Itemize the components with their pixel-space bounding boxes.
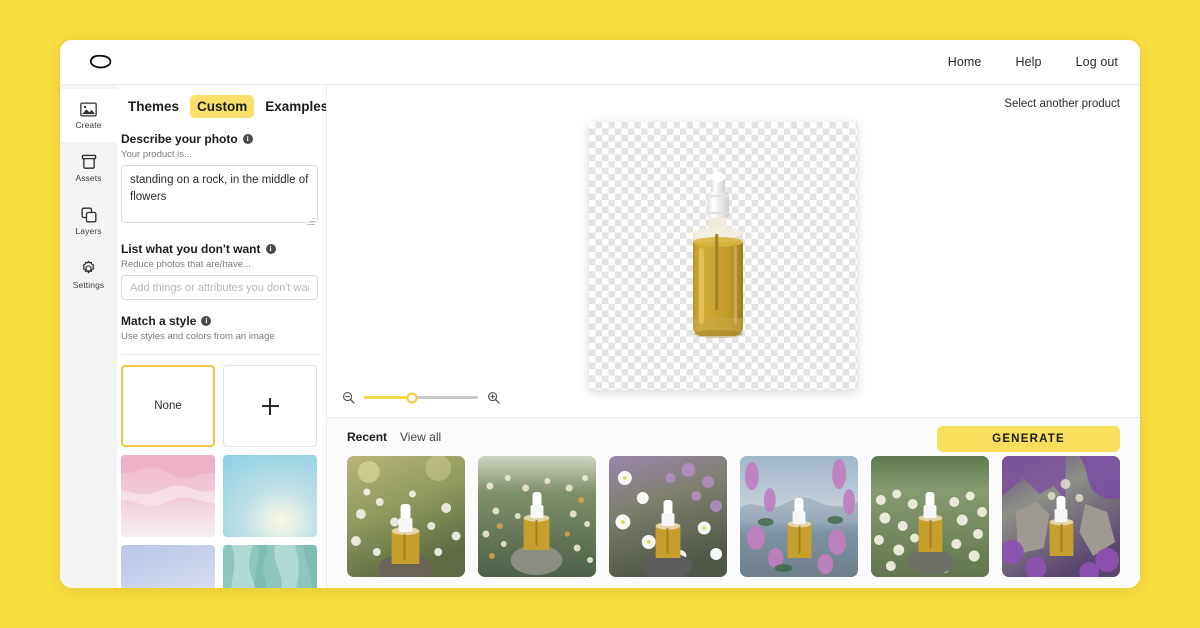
canvas-area: Select another product — [327, 85, 1140, 417]
main-area: Select another product — [327, 85, 1140, 588]
exclude-field: List what you don't want i Reduce photos… — [117, 242, 326, 300]
match-style-field: Match a style i Use styles and colors fr… — [117, 314, 326, 342]
recent-thumbnail[interactable] — [740, 456, 858, 577]
box-icon — [81, 154, 97, 170]
view-all-link[interactable]: View all — [400, 430, 441, 444]
tab-themes[interactable]: Themes — [121, 95, 186, 118]
describe-photo-title: Describe your photo — [121, 132, 238, 146]
layers-icon — [81, 207, 97, 223]
tab-examples[interactable]: Examples — [258, 95, 327, 118]
app-window: Home Help Log out Create — [60, 40, 1140, 588]
serum-dropper-bottle-image — [589, 122, 857, 390]
rail-label-assets: Assets — [75, 173, 101, 183]
describe-photo-field: Describe your photo i Your product is... — [117, 132, 326, 228]
rail-item-create[interactable]: Create — [60, 89, 117, 142]
describe-photo-header: Describe your photo i — [121, 132, 322, 146]
recent-thumbnail[interactable] — [478, 456, 596, 577]
exclude-input[interactable] — [121, 275, 318, 300]
nav-help[interactable]: Help — [1015, 55, 1041, 69]
style-swatch-none[interactable]: None — [121, 365, 215, 447]
rail-item-assets[interactable]: Assets — [60, 142, 117, 195]
info-icon[interactable]: i — [243, 134, 253, 144]
rail-label-create: Create — [75, 120, 101, 130]
recent-title: Recent — [347, 430, 387, 444]
artboard[interactable] — [589, 122, 857, 390]
recent-strip: Recent View all GENERATE — [327, 418, 1140, 588]
rail-label-settings: Settings — [73, 280, 105, 290]
recent-thumbnail[interactable] — [871, 456, 989, 577]
cloud-blob-logo-icon[interactable] — [86, 50, 120, 74]
select-another-product-link[interactable]: Select another product — [1004, 98, 1120, 110]
style-swatch-add[interactable] — [223, 365, 317, 447]
recent-header: Recent View all GENERATE — [347, 418, 1120, 456]
zoom-slider-track[interactable] — [364, 396, 478, 399]
app-body: Create Assets Layers — [60, 85, 1140, 588]
recent-thumbnail[interactable] — [609, 456, 727, 577]
style-swatch-blue-violet[interactable] — [121, 545, 215, 588]
style-swatch-pink-cloud[interactable] — [121, 455, 215, 537]
tab-custom[interactable]: Custom — [190, 95, 254, 118]
describe-photo-textarea-wrap — [121, 160, 318, 228]
panel-tabs: Themes Custom Examples — [117, 95, 326, 118]
magnifier-plus-icon[interactable] — [487, 391, 500, 404]
magnifier-minus-icon[interactable] — [342, 391, 355, 404]
describe-photo-sublabel: Your product is... — [121, 149, 322, 160]
top-nav: Home Help Log out — [948, 55, 1118, 69]
zoom-slider-knob[interactable] — [406, 392, 417, 403]
match-style-header: Match a style i — [121, 314, 322, 328]
info-icon[interactable]: i — [266, 244, 276, 254]
match-style-sublabel: Use styles and colors from an image — [121, 331, 322, 342]
exclude-title: List what you don't want — [121, 242, 261, 256]
recent-thumbnail[interactable] — [1002, 456, 1120, 577]
match-style-title: Match a style — [121, 314, 196, 328]
left-panel: Themes Custom Examples Describe your pho… — [117, 85, 327, 588]
gear-icon — [80, 260, 97, 277]
exclude-sublabel: Reduce photos that are/have... — [121, 259, 322, 270]
left-rail: Create Assets Layers — [60, 85, 117, 588]
top-bar: Home Help Log out — [60, 40, 1140, 85]
generate-button[interactable]: GENERATE — [937, 426, 1120, 452]
info-icon[interactable]: i — [201, 316, 211, 326]
style-swatch-teal-fabric[interactable] — [223, 545, 317, 588]
zoom-control — [342, 391, 500, 404]
recent-thumbnail[interactable] — [347, 456, 465, 577]
panel-divider — [121, 354, 322, 355]
describe-photo-textarea[interactable] — [121, 165, 318, 223]
zoom-slider-fill — [364, 396, 412, 399]
image-icon — [80, 102, 97, 117]
nav-log-out[interactable]: Log out — [1076, 55, 1118, 69]
rail-item-layers[interactable]: Layers — [60, 195, 117, 248]
style-swatch-grid: None — [121, 365, 322, 588]
recent-thumbnails — [347, 456, 1120, 577]
rail-item-settings[interactable]: Settings — [60, 248, 117, 301]
style-swatch-teal-blue[interactable] — [223, 455, 317, 537]
nav-home[interactable]: Home — [948, 55, 982, 69]
rail-label-layers: Layers — [75, 226, 101, 236]
exclude-header: List what you don't want i — [121, 242, 322, 256]
